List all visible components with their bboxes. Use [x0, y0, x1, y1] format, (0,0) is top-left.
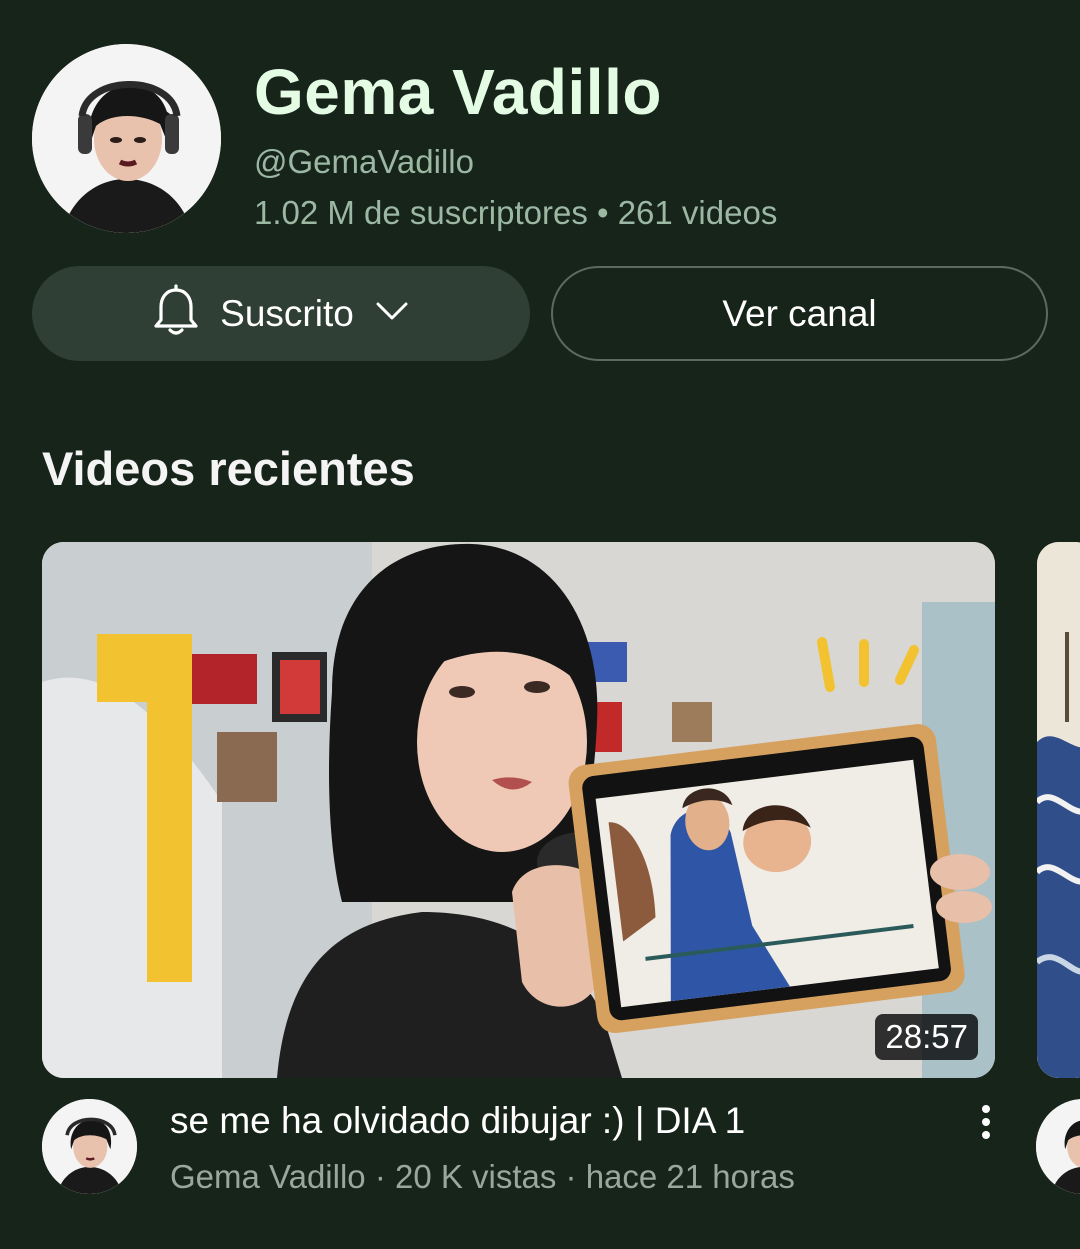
- more-vertical-icon: [981, 1104, 991, 1145]
- channel-name[interactable]: Gema Vadillo: [254, 55, 662, 129]
- channel-preview-page: Gema Vadillo @GemaVadillo 1.02 M de susc…: [0, 0, 1080, 1249]
- wave-artwork: [1037, 542, 1080, 1078]
- avatar-portrait: [1036, 1099, 1080, 1194]
- chevron-down-icon: [374, 299, 410, 328]
- subscribed-button[interactable]: Suscrito: [32, 266, 530, 361]
- section-title: Videos recientes: [42, 442, 415, 495]
- avatar-portrait: [32, 44, 221, 233]
- more-options-button[interactable]: [968, 1102, 1004, 1146]
- bell-icon: [152, 284, 200, 343]
- avatar-portrait: [42, 1099, 137, 1194]
- video-channel-avatar[interactable]: [42, 1099, 137, 1194]
- channel-handle: @GemaVadillo: [254, 143, 474, 180]
- subscribed-label: Suscrito: [220, 292, 354, 334]
- next-video-channel-avatar[interactable]: [1036, 1099, 1080, 1194]
- next-video-thumbnail[interactable]: [1037, 542, 1080, 1078]
- view-channel-label: Ver canal: [722, 292, 877, 334]
- channel-stats: 1.02 M de suscriptores • 261 videos: [254, 194, 778, 231]
- video-duration: 28:57: [875, 1014, 978, 1060]
- view-channel-button[interactable]: Ver canal: [551, 266, 1048, 361]
- video-title[interactable]: se me ha olvidado dibujar :) | DIA 1: [170, 1100, 745, 1142]
- thumbnail-image: [42, 542, 995, 1078]
- video-thumbnail[interactable]: 28:57: [42, 542, 995, 1078]
- video-meta: Gema Vadillo · 20 K vistas · hace 21 hor…: [170, 1158, 795, 1195]
- channel-avatar[interactable]: [32, 44, 221, 233]
